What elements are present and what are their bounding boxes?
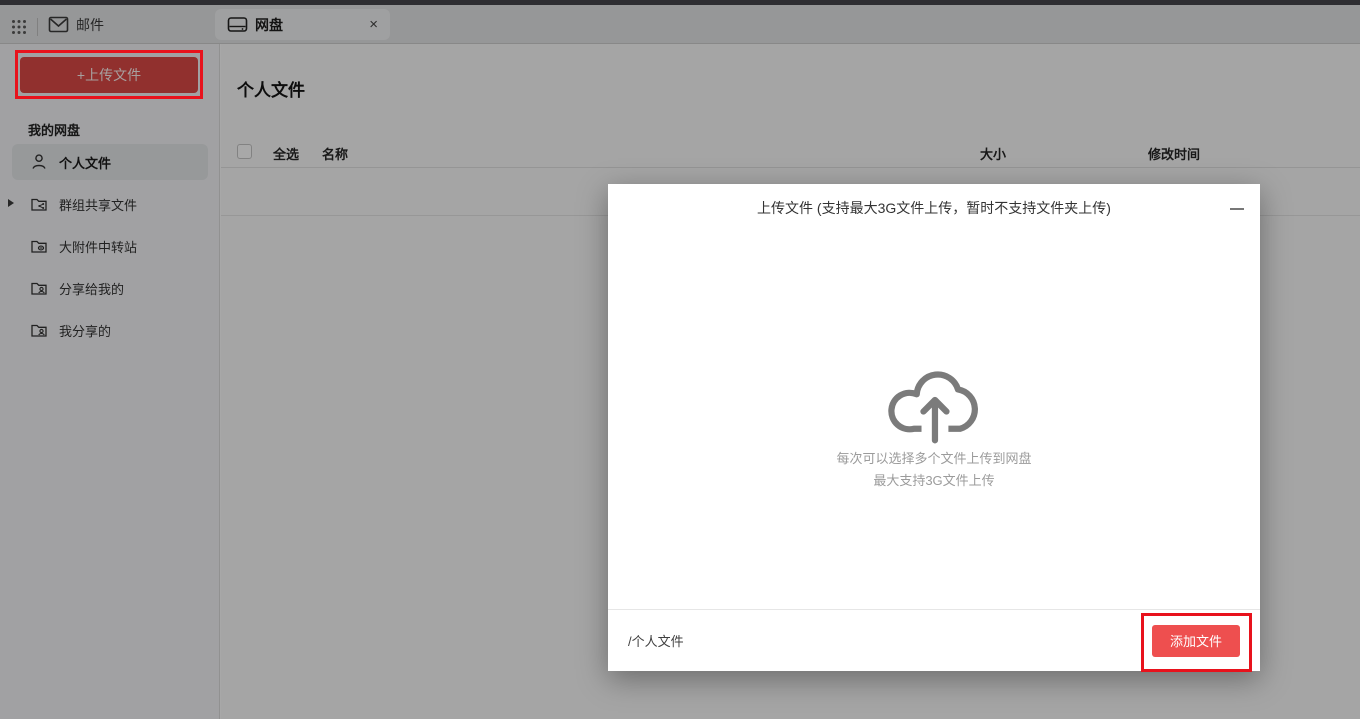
upload-modal-title: 上传文件 (支持最大3G文件上传，暂时不支持文件夹上传) — [608, 184, 1260, 218]
netdisk-app: 邮件 网盘 × +上传文件 我的网盘 — [0, 0, 1360, 719]
minimize-icon[interactable] — [1230, 208, 1244, 210]
add-file-button[interactable]: 添加文件 — [1152, 625, 1240, 657]
upload-hint-line2: 最大支持3G文件上传 — [608, 470, 1260, 489]
cloud-upload-icon — [884, 352, 984, 448]
upload-modal: 上传文件 (支持最大3G文件上传，暂时不支持文件夹上传) 每次可以选择多个文件上… — [608, 184, 1260, 671]
upload-destination-path: /个人文件 — [628, 631, 684, 650]
upload-hint-line1: 每次可以选择多个文件上传到网盘 — [608, 448, 1260, 467]
modal-footer: /个人文件 添加文件 — [608, 609, 1260, 671]
